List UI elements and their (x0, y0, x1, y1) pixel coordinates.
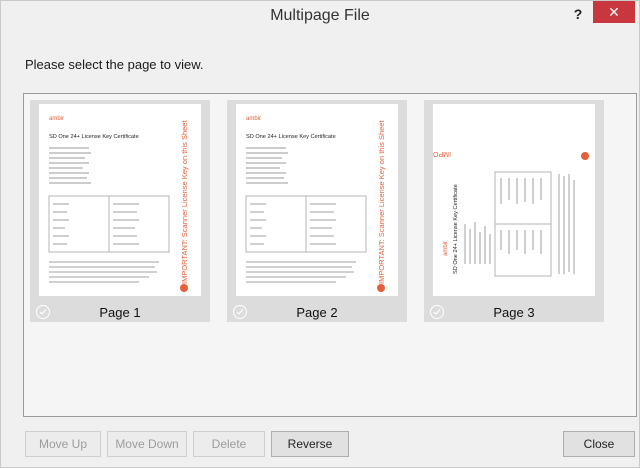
help-button[interactable]: ? (567, 3, 589, 25)
page-label: Page 2 (296, 305, 338, 320)
window-title: Multipage File (270, 7, 370, 24)
page-label: Page 3 (493, 305, 535, 320)
thumb-side-banner: IMPORTANT: Scanner License Key on this S… (180, 120, 189, 284)
page-thumbnail-1: ambir SD One 24+ License Key Certificate (39, 104, 201, 296)
page-tile-3[interactable]: IMPORTANT: Scanner License Key on this S… (298, 100, 604, 322)
page-thumbnail-2: ambir SD One 24+ License Key Certificate (236, 104, 398, 296)
close-button[interactable]: Close (563, 431, 635, 457)
thumb-title: SD One 24+ License Key Certificate (49, 134, 139, 140)
reverse-button[interactable]: Reverse (271, 431, 349, 457)
thumb-brand: ambir (443, 241, 449, 256)
thumb-title: SD One 24+ License Key Certificate (453, 184, 459, 274)
move-down-button[interactable]: Move Down (107, 431, 187, 457)
multipage-file-dialog: Multipage File ? ✕ Please select the pag… (0, 0, 640, 468)
page-tile-1[interactable]: ambir SD One 24+ License Key Certificate (30, 100, 210, 322)
page-label: Page 1 (99, 305, 141, 320)
thumb-title: SD One 24+ License Key Certificate (246, 134, 336, 140)
thumb-side-banner: IMPORTANT: Scanner License Key on this S… (433, 150, 451, 157)
close-icon: ✕ (608, 4, 620, 20)
instruction-text: Please select the page to view. (25, 57, 204, 72)
move-up-button[interactable]: Move Up (25, 431, 101, 457)
title-bar: Multipage File ? ✕ (1, 1, 639, 31)
window-close-button[interactable]: ✕ (593, 1, 635, 23)
thumb-side-banner: IMPORTANT: Scanner License Key on this S… (377, 120, 386, 284)
delete-button[interactable]: Delete (193, 431, 265, 457)
page-thumbnail-pane: ambir SD One 24+ License Key Certificate (23, 93, 637, 417)
thumb-brand: ambir (246, 116, 261, 122)
thumb-brand: ambir (49, 116, 64, 122)
page-thumbnail-3: IMPORTANT: Scanner License Key on this S… (298, 104, 595, 296)
page-tile-2[interactable]: ambir SD One 24+ License Key Certificate (227, 100, 407, 322)
